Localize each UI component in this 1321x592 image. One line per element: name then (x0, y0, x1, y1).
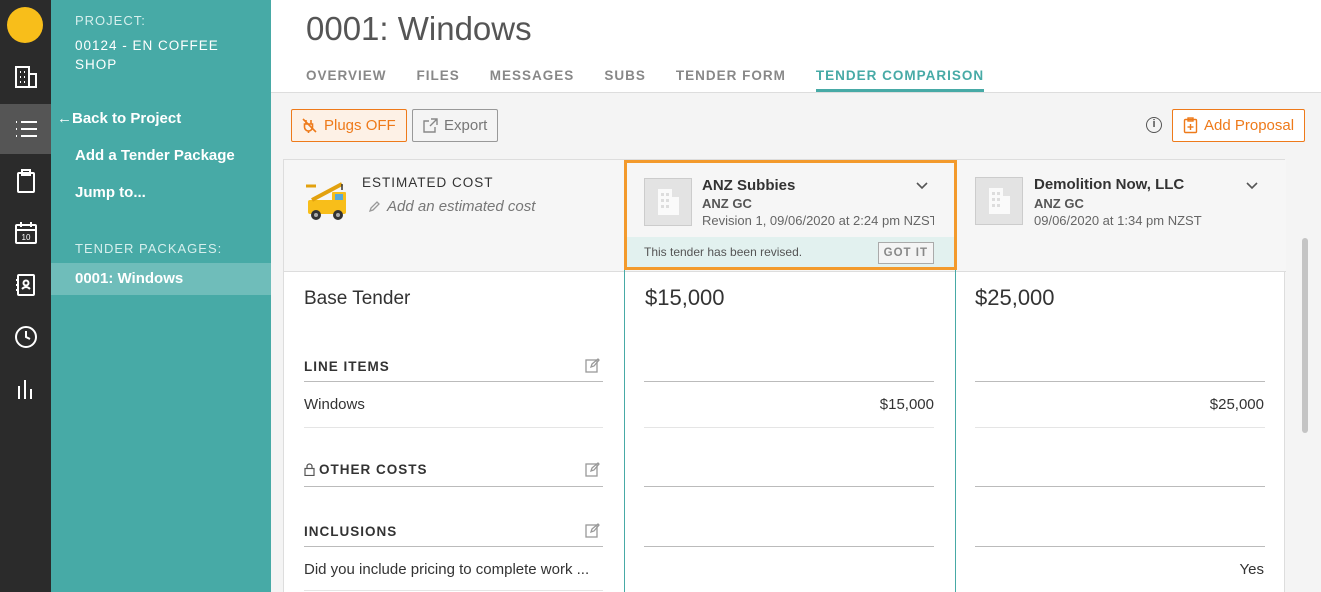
back-to-project-link[interactable]: ←Back to Project (57, 110, 181, 127)
clock-icon (14, 326, 37, 348)
bidder-column-header-demolition-now: Demolition Now, LLC ANZ GC 09/06/2020 at… (955, 160, 1286, 272)
divider (975, 427, 1265, 428)
estimated-cost-caption: ESTIMATED COST (362, 175, 494, 190)
rail-item-projects[interactable] (0, 52, 51, 102)
base-tender-label: Base Tender (304, 288, 411, 309)
add-document-icon (1183, 117, 1198, 134)
project-name: 00124 - EN COFFEE SHOP (75, 38, 219, 72)
bidder-name: ANZ Subbies (702, 177, 796, 194)
line-item-value: $25,000 (1209, 396, 1264, 413)
line-items-caption: LINE ITEMS (304, 359, 390, 374)
edit-icon[interactable] (585, 358, 600, 373)
inclusion-value: Yes (1239, 561, 1264, 578)
tab-files[interactable]: FILES (417, 68, 460, 92)
got-it-button[interactable]: GOT IT (877, 242, 934, 264)
revision-notice: This tender has been revised. GOT IT (627, 237, 954, 267)
plug-off-icon (302, 117, 317, 133)
add-tender-package-link[interactable]: Add a Tender Package (75, 147, 235, 164)
chevron-down-icon[interactable] (1245, 178, 1259, 192)
crane-truck-icon (306, 182, 346, 220)
rail-item-tasks[interactable] (0, 156, 51, 206)
page-title: 0001: Windows (306, 10, 532, 47)
divider (304, 427, 603, 428)
inclusion-question: Did you include pricing to complete work… (304, 561, 590, 578)
pencil-icon (368, 201, 380, 213)
line-item-label: Windows (304, 396, 365, 413)
contacts-book-icon (15, 274, 35, 296)
plugs-toggle-button[interactable]: Plugs OFF (291, 109, 407, 142)
divider (644, 381, 934, 382)
list-icon (15, 121, 37, 137)
jump-to-link[interactable]: Jump to... (75, 184, 146, 201)
edit-icon[interactable] (585, 523, 600, 538)
divider (304, 381, 603, 382)
clipboard-icon (16, 169, 35, 193)
revision-notice-text: This tender has been revised. (644, 245, 803, 259)
bidder-name: Demolition Now, LLC (1034, 176, 1185, 193)
export-icon (423, 118, 438, 133)
tab-tender-comparison[interactable]: TENDER COMPARISON (815, 68, 985, 92)
bidder-revision: Revision 1, 09/06/2020 at 2:24 pm NZST (702, 213, 934, 228)
divider (644, 486, 934, 487)
arrow-left-icon: ← (57, 110, 72, 127)
export-button[interactable]: Export (412, 109, 499, 142)
line-item-value: $15,000 (879, 396, 934, 413)
tab-tender-form[interactable]: TENDER FORM (676, 68, 786, 92)
other-costs-label: OTHER COSTS (319, 462, 428, 477)
tender-comparison-table: ESTIMATED COST Add an estimated cost ANZ… (283, 159, 1286, 592)
base-tender-value: $15,000 (645, 285, 725, 310)
divider (975, 381, 1265, 382)
tab-bar: OVERVIEW FILES MESSAGES SUBS TENDER FORM… (306, 68, 1014, 92)
divider (304, 486, 603, 487)
bar-chart-icon (17, 380, 32, 399)
plugs-toggle-label: Plugs OFF (324, 117, 396, 134)
info-icon[interactable]: i (1146, 117, 1162, 133)
estimate-column-header: ESTIMATED COST Add an estimated cost (284, 160, 624, 272)
rail-item-contacts[interactable] (0, 260, 51, 310)
inclusions-caption: INCLUSIONS (304, 524, 398, 539)
divider (304, 546, 603, 547)
add-estimated-cost-label: Add an estimated cost (387, 198, 536, 215)
selected-column-outline (624, 270, 956, 592)
add-proposal-label: Add Proposal (1204, 117, 1295, 134)
back-to-project-label: Back to Project (72, 110, 182, 127)
rail-item-calendar[interactable]: 10 (0, 208, 51, 258)
edit-icon[interactable] (585, 462, 600, 477)
tab-overview[interactable]: OVERVIEW (306, 68, 387, 92)
bidder-gc: ANZ GC (1034, 196, 1084, 211)
tab-subs[interactable]: SUBS (604, 68, 646, 92)
divider (975, 546, 1265, 547)
company-placeholder-icon (975, 177, 1023, 225)
rail-item-tenders[interactable] (0, 104, 51, 154)
company-placeholder-icon (644, 178, 692, 226)
project-caption: PROJECT: (75, 13, 146, 28)
base-tender-value: $25,000 (975, 285, 1055, 310)
lock-icon (304, 463, 315, 476)
divider (304, 590, 603, 591)
vertical-scrollbar[interactable] (1302, 238, 1308, 433)
add-proposal-button[interactable]: Add Proposal (1172, 109, 1306, 142)
bidder-column-header-anz-subbies: ANZ Subbies ANZ GC Revision 1, 09/06/202… (624, 160, 955, 272)
icon-rail: 10 (0, 0, 51, 592)
divider (975, 486, 1265, 487)
chevron-down-icon[interactable] (915, 178, 929, 192)
add-estimated-cost-link[interactable]: Add an estimated cost (368, 198, 535, 215)
tender-package-item[interactable]: 0001: Windows (51, 263, 271, 295)
other-costs-caption: OTHER COSTS (304, 462, 428, 477)
project-sidebar: PROJECT: 00124 - EN COFFEE SHOP ←Back to… (51, 0, 271, 592)
tab-messages[interactable]: MESSAGES (490, 68, 575, 92)
building-icon (14, 66, 37, 88)
tender-packages-caption: TENDER PACKAGES: (75, 241, 223, 256)
divider (644, 427, 934, 428)
svg-text:10: 10 (21, 233, 30, 242)
rail-item-reports[interactable] (0, 364, 51, 414)
company-logo[interactable] (7, 7, 43, 43)
bidder-gc: ANZ GC (702, 196, 752, 211)
bidder-revision: 09/06/2020 at 1:34 pm NZST (1034, 213, 1202, 228)
export-label: Export (444, 117, 488, 134)
main-content: 0001: Windows OVERVIEW FILES MESSAGES SU… (271, 0, 1321, 592)
divider (644, 546, 934, 547)
rail-item-history[interactable] (0, 312, 51, 362)
calendar-icon: 10 (14, 222, 37, 244)
